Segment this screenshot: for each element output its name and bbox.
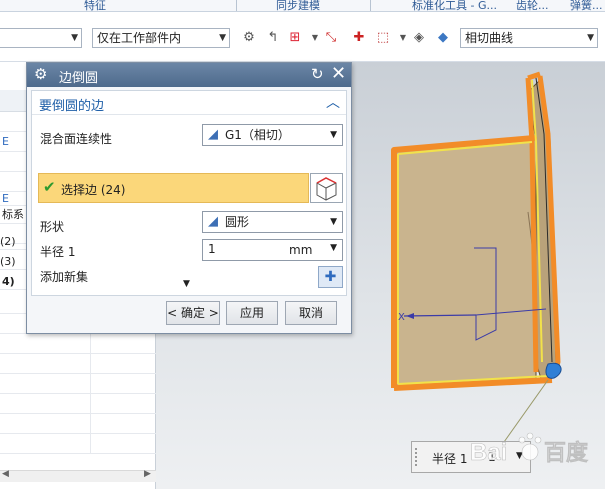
radius-value: 1 [208,242,216,256]
ribbon-group-sync-modeling[interactable]: 同步建模 [276,0,320,11]
solid-body-icon[interactable]: ◆ [434,29,452,47]
add-new-set-button[interactable]: ✚ [318,266,343,288]
type-filter-dropdown[interactable]: ▼ [0,28,82,48]
selection-toolbar: ▼ 仅在工作部件内 ▼ ⚙ ↰ ⊞ ▼ ⤡ ✚ ⬚ ▼ ◈ ◆ 相切曲线 ▼ [0,12,605,62]
select-point-icon[interactable]: ✚ [350,29,368,47]
chevron-down-icon[interactable]: ▼ [330,243,337,253]
list-item [0,394,156,414]
reset-icon[interactable]: ↻ [311,65,324,83]
ok-button[interactable]: < 确定 > [166,301,220,325]
svg-text:Bai: Bai [470,439,507,466]
cancel-button[interactable]: 取消 [285,301,337,325]
ribbon-group-spring[interactable]: 弹簧... [570,0,603,11]
chevron-down-icon: ▼ [71,33,78,43]
shape-icon: ◢ [208,214,218,229]
list-item [0,374,156,394]
add-new-set-label: 添加新集 [40,270,89,284]
ribbon-separator [236,0,237,11]
radius-handle[interactable] [545,362,562,379]
ribbon-group-gear[interactable]: 齿轮... [516,0,549,11]
radius-input[interactable]: 1 mm ▼ [202,239,343,261]
edge-blend-dialog: ⚙ 边倒圆 ↻ ✕ 要倒圆的边 ︿ 混合面连续性 ◢ G1（相切） ▼ ✔ 选择… [26,62,352,334]
ribbon-group-bar: 特征 同步建模 标准化工具 - G... 齿轮... 弹簧... [0,0,605,12]
screen-radius-label: 半径 1 [432,452,468,466]
baidu-logo: Bai 百度 [470,432,589,466]
curve-rule-dropdown[interactable]: 相切曲线 ▼ [460,28,598,48]
chevron-down-icon: ▼ [587,33,594,43]
select-edge-button[interactable] [310,173,343,203]
list-item [0,334,156,354]
navigator-scrollbar[interactable]: ◀ ▶ [0,469,156,482]
part-face [395,138,537,388]
dialog-title-bar[interactable]: ⚙ 边倒圆 ↻ ✕ [27,63,351,87]
list-item [0,414,156,434]
list-item [0,354,156,374]
shape-dropdown[interactable]: ◢ 圆形 ▼ [202,211,343,233]
blend-continuity-dropdown[interactable]: ◢ G1（相切） ▼ [202,124,343,146]
select-edge-row[interactable]: ✔ 选择边 (24) [38,173,309,203]
add-set-icon: ✚ [324,269,337,285]
close-icon[interactable]: ✕ [331,63,346,84]
select-box-icon[interactable]: ⬚ [374,29,392,47]
group-title: 要倒圆的边 [39,99,105,114]
scope-filter-value: 仅在工作部件内 [97,31,182,45]
scroll-right-icon[interactable]: ▶ [144,469,151,479]
snap-point-icon[interactable]: ⚙ [240,29,258,47]
blend-continuity-value: G1（相切） [225,128,290,142]
svg-text:百度: 百度 [544,440,589,466]
edge-group: 要倒圆的边 ︿ 混合面连续性 ◢ G1（相切） ▼ ✔ 选择边 (24) 形状 … [31,90,347,296]
scroll-left-icon[interactable]: ◀ [2,469,9,479]
ribbon-separator [370,0,371,11]
chevron-up-icon[interactable]: ︿ [326,92,340,112]
list-item [0,434,156,454]
select-body-icon[interactable]: ◈ [410,29,428,47]
scope-filter-dropdown[interactable]: 仅在工作部件内 ▼ [92,28,230,48]
select-curve-icon[interactable]: ⤡ [322,29,340,47]
chevron-down-icon: ▼ [330,217,337,227]
cube-select-icon [316,177,337,201]
baidu-watermark: Bai 百度 [468,422,598,478]
select-feature-icon[interactable]: ↰ [264,29,282,47]
group-header[interactable]: 要倒圆的边 ︿ [32,91,346,115]
x-axis-label: X [398,312,405,323]
continuity-icon: ◢ [208,127,218,142]
radius-unit: mm [289,243,313,257]
shape-value: 圆形 [225,215,250,229]
select-face-icon[interactable]: ⊞ [286,29,304,47]
ribbon-group-features[interactable]: 特征 [84,0,106,11]
ribbon-group-standard-tools[interactable]: 标准化工具 - G... [412,0,497,11]
blend-continuity-label: 混合面连续性 [40,132,113,146]
apply-button[interactable]: 应用 [226,301,278,325]
more-options-icon[interactable]: ▼ [183,279,190,289]
chevron-down-icon: ▼ [330,130,337,140]
drag-handle[interactable] [415,448,417,466]
chevron-down-icon: ▼ [219,33,226,43]
dialog-title: 边倒圆 [59,71,99,86]
curve-rule-value: 相切曲线 [465,31,514,45]
radius-label: 半径 1 [40,245,76,259]
shape-label: 形状 [40,220,65,234]
check-icon: ✔ [43,178,56,196]
select-edge-label: 选择边 (24) [61,183,126,197]
gear-icon[interactable]: ⚙ [34,65,47,83]
